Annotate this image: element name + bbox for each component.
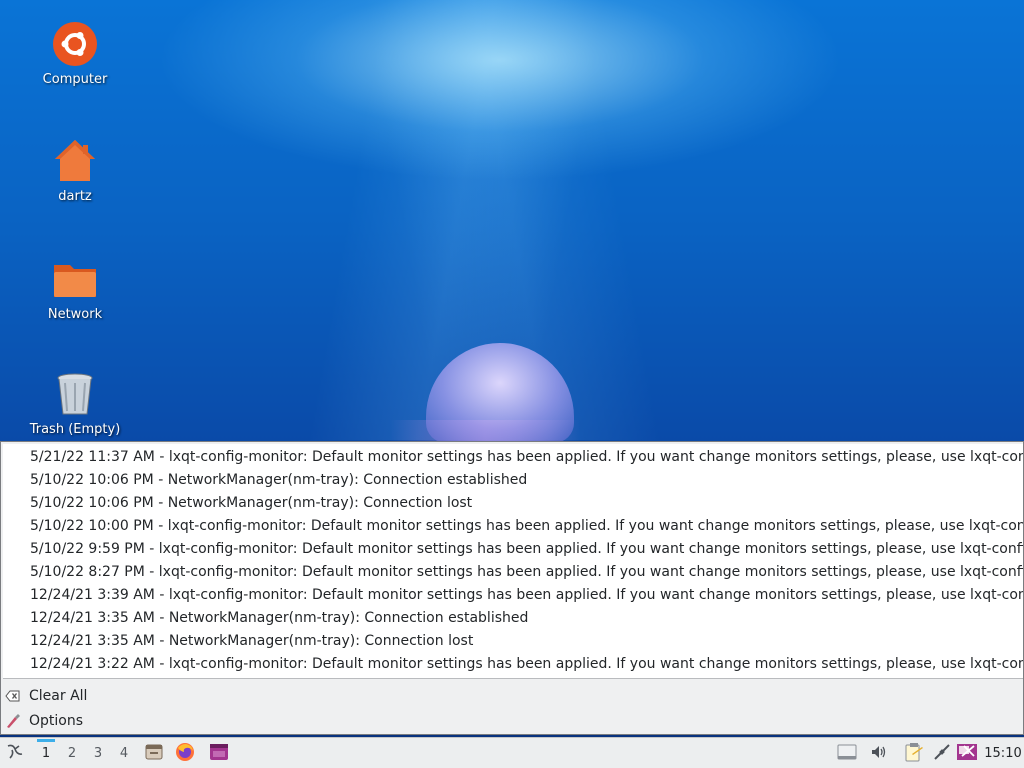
trash-icon xyxy=(51,370,99,418)
clock[interactable]: 15:10 xyxy=(982,738,1024,768)
lxqt-menu-icon xyxy=(5,742,25,766)
firefox-launcher[interactable] xyxy=(172,738,198,768)
screen-tool-icon xyxy=(956,742,978,766)
file-manager-launcher[interactable] xyxy=(142,738,166,768)
notification-item[interactable]: 5/21/22 11:37 AM - lxqt-config-monitor: … xyxy=(3,446,1023,469)
clock-time: 15:10 xyxy=(984,746,1022,761)
workspace-number: 3 xyxy=(93,746,103,761)
clear-all-button[interactable]: Clear All xyxy=(5,684,87,708)
notification-item[interactable]: 12/24/21 3:35 AM - NetworkManager(nm-tra… xyxy=(3,630,1023,653)
notification-list[interactable]: 5/21/22 11:37 AM - lxqt-config-monitor: … xyxy=(3,444,1023,679)
desktop-icon-network[interactable]: Network xyxy=(20,255,130,322)
main-menu-button[interactable] xyxy=(2,738,28,768)
clipboard-notes-icon xyxy=(903,742,925,766)
workspace-1-button[interactable]: 1 xyxy=(34,738,58,768)
clear-all-label: Clear All xyxy=(29,688,88,704)
notification-item[interactable]: 5/10/22 10:00 PM - lxqt-config-monitor: … xyxy=(3,515,1023,538)
firefox-icon xyxy=(175,742,195,766)
desktop-icon-label: Computer xyxy=(42,72,108,87)
desktop-icon-label: Network xyxy=(47,307,103,322)
ubuntu-logo-icon xyxy=(51,20,99,68)
terminal-launcher[interactable] xyxy=(206,738,232,768)
notification-item[interactable]: 5/10/22 9:59 PM - lxqt-config-monitor: D… xyxy=(3,538,1023,561)
workspace-number: 1 xyxy=(41,746,51,761)
network-tray-button[interactable] xyxy=(930,738,954,768)
workspace-2-button[interactable]: 2 xyxy=(60,738,84,768)
options-label: Options xyxy=(29,713,84,729)
home-folder-icon xyxy=(51,137,99,185)
workspace-4-button[interactable]: 4 xyxy=(112,738,136,768)
volume-button[interactable] xyxy=(866,738,890,768)
notification-item[interactable]: 12/24/21 3:39 AM - lxqt-config-monitor: … xyxy=(3,584,1023,607)
options-button[interactable]: Options xyxy=(5,709,83,733)
drive-icon xyxy=(837,743,857,765)
network-folder-icon xyxy=(51,255,99,303)
notification-item[interactable]: 5/10/22 8:27 PM - lxqt-config-monitor: D… xyxy=(3,561,1023,584)
notification-item[interactable]: 5/10/22 10:06 PM - NetworkManager(nm-tra… xyxy=(3,469,1023,492)
desktop-icon-trash[interactable]: Trash (Empty) xyxy=(20,370,130,437)
clear-icon xyxy=(5,688,21,704)
workspace-3-button[interactable]: 3 xyxy=(86,738,110,768)
notification-item[interactable]: 5/10/22 10:06 PM - NetworkManager(nm-tra… xyxy=(3,492,1023,515)
removable-media-tray-button[interactable] xyxy=(834,738,860,768)
workspace-number: 2 xyxy=(67,746,77,761)
settings-brush-icon xyxy=(5,713,21,729)
taskbar: 1 2 3 4 15:10 xyxy=(0,737,1024,768)
screenshot-tray-button[interactable] xyxy=(954,738,980,768)
notification-item[interactable]: 12/24/21 3:22 AM - lxqt-config-monitor: … xyxy=(3,653,1023,676)
notification-history-panel: 5/21/22 11:37 AM - lxqt-config-monitor: … xyxy=(0,441,1024,735)
file-manager-icon xyxy=(145,743,163,765)
workspace-number: 4 xyxy=(119,746,129,761)
notifications-tray-button[interactable] xyxy=(900,738,928,768)
notification-item[interactable]: 12/24/21 3:35 AM - NetworkManager(nm-tra… xyxy=(3,607,1023,630)
desktop-icon-home[interactable]: dartz xyxy=(20,137,130,204)
desktop-icon-computer[interactable]: Computer xyxy=(20,20,130,87)
desktop-icon-label: dartz xyxy=(58,189,92,204)
terminal-icon xyxy=(209,743,229,765)
network-wired-icon xyxy=(933,743,951,765)
speaker-icon xyxy=(869,743,887,765)
desktop-icon-label: Trash (Empty) xyxy=(29,422,121,437)
